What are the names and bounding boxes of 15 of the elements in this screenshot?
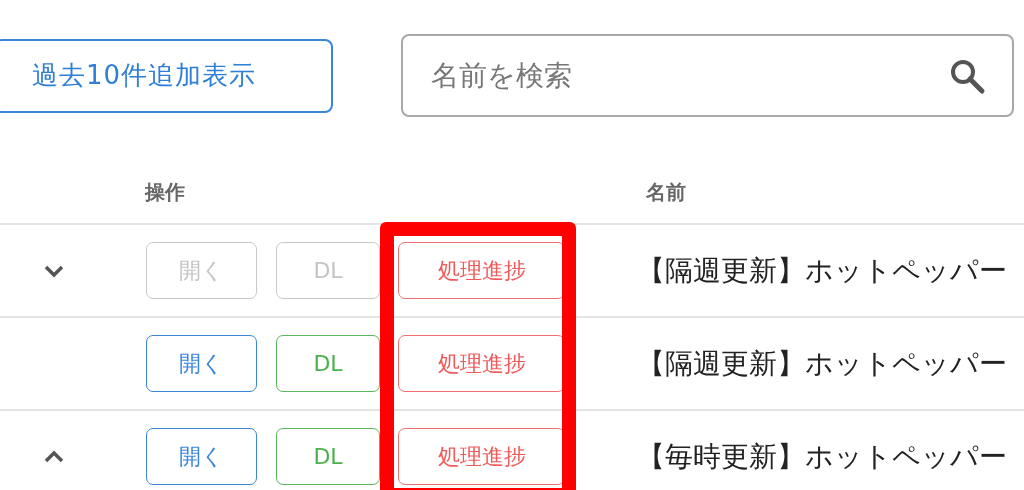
open-button[interactable]: 開く	[146, 428, 257, 485]
open-button[interactable]: 開く	[146, 335, 257, 392]
name-cell-text: 【隔週更新】ホットペッパー	[637, 345, 1007, 382]
progress-button[interactable]: 処理進捗	[398, 335, 565, 392]
load-more-button[interactable]: 過去10件追加表示	[0, 38, 333, 113]
chevron-icon[interactable]	[42, 448, 66, 465]
search-bar[interactable]: 名前を検索	[401, 34, 1014, 117]
search-field[interactable]: 名前を検索	[429, 53, 948, 98]
name-cell-text: 【隔週更新】ホットペッパー	[637, 252, 1007, 289]
column-header: 名前	[646, 179, 686, 206]
progress-button[interactable]: 処理進捗	[398, 428, 565, 485]
column-header: 操作	[145, 179, 185, 206]
name-cell-text: 【毎時更新】ホットペッパー	[637, 438, 1007, 475]
download-button[interactable]: DL	[276, 428, 380, 485]
download-button[interactable]: DL	[276, 335, 380, 392]
